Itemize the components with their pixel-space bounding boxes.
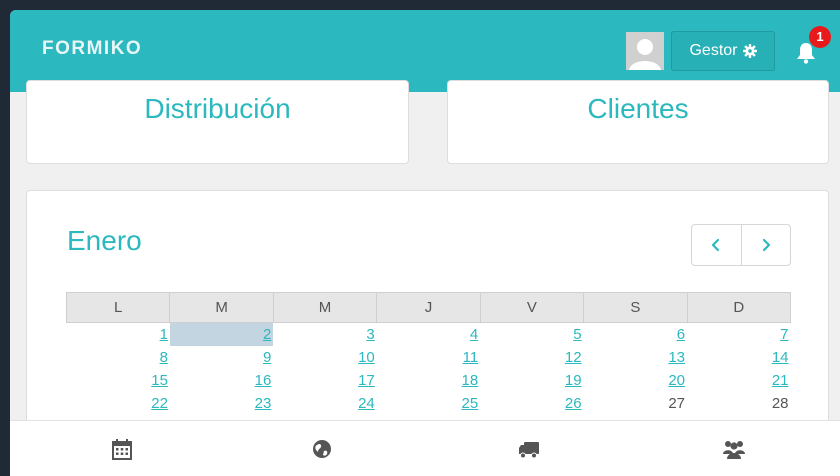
next-month-button[interactable]: [740, 225, 791, 265]
user-menu-button[interactable]: Gestor: [671, 31, 775, 71]
users-icon[interactable]: [722, 437, 746, 461]
app-window: FORMIKO Gestor 1 Distribución Clientes E…: [10, 10, 840, 476]
truck-icon[interactable]: [517, 437, 541, 461]
calendar-week-row: 22 23 24 25 26 27 28: [67, 392, 791, 415]
calendar-day[interactable]: 4: [377, 323, 480, 347]
weekday-header: V: [479, 292, 585, 323]
calendar-day[interactable]: 1: [67, 323, 170, 347]
notification-badge: 1: [809, 26, 831, 48]
calendar-day[interactable]: 7: [687, 323, 790, 347]
weekday-header: S: [583, 292, 688, 323]
month-navigation: [691, 224, 791, 266]
calendar-day[interactable]: 11: [377, 346, 480, 369]
calendar-day[interactable]: 3: [273, 323, 376, 347]
calendar-day[interactable]: 18: [377, 369, 480, 392]
avatar[interactable]: [626, 32, 664, 70]
weekday-header: J: [376, 292, 481, 323]
calendar-day: 28: [771, 395, 789, 412]
calendar-day[interactable]: 22: [67, 392, 170, 415]
clientes-title: Clientes: [587, 93, 689, 124]
globe-icon[interactable]: [310, 437, 334, 461]
calendar-day[interactable]: 24: [273, 392, 376, 415]
calendar-day[interactable]: 6: [584, 323, 687, 347]
calendar-day[interactable]: 8: [67, 346, 170, 369]
calendar-day-selected[interactable]: 2: [169, 322, 274, 346]
weekday-header-row: L M M J V S D: [65, 292, 792, 323]
calendar-day[interactable]: 15: [67, 369, 170, 392]
calendar-day[interactable]: 14: [687, 346, 790, 369]
weekday-header: L: [65, 292, 171, 323]
calendar-week-row: 8 9 10 11 12 13 14: [67, 346, 791, 369]
calendar-day[interactable]: 23: [170, 392, 273, 415]
user-menu-label: Gestor: [689, 42, 738, 59]
calendar-day[interactable]: 9: [170, 346, 273, 369]
user-silhouette-icon: [626, 32, 664, 70]
calendar-day[interactable]: 19: [480, 369, 583, 392]
calendar-day[interactable]: 26: [480, 392, 583, 415]
calendar-icon[interactable]: [110, 437, 134, 461]
calendar-day[interactable]: 25: [377, 392, 480, 415]
calendar-day[interactable]: 12: [480, 346, 583, 369]
calendar-week-row: 15 16 17 18 19 20 21: [67, 369, 791, 392]
prev-month-button[interactable]: [692, 225, 741, 265]
calendar-week-row: 1 2 3 4 5 6 7: [67, 322, 791, 347]
calendar-day[interactable]: 20: [584, 369, 687, 392]
weekday-header: M: [169, 292, 274, 323]
gear-icon: [742, 44, 757, 58]
calendar-day[interactable]: 13: [584, 346, 687, 369]
weekday-header: D: [686, 292, 792, 323]
chevron-left-icon: [712, 238, 720, 252]
calendar-day[interactable]: 16: [170, 369, 273, 392]
calendar-day[interactable]: 5: [480, 323, 583, 347]
distribucion-card[interactable]: Distribución: [26, 80, 409, 164]
calendar-day[interactable]: 21: [687, 369, 790, 392]
month-title: Enero: [67, 225, 142, 256]
weekday-header: M: [272, 292, 378, 323]
clientes-card[interactable]: Clientes: [447, 80, 829, 164]
chevron-right-icon: [762, 238, 770, 252]
distribucion-title: Distribución: [144, 93, 291, 124]
calendar-day[interactable]: 17: [273, 369, 376, 392]
app-logo[interactable]: FORMIKO: [42, 38, 142, 60]
calendar-day[interactable]: 10: [273, 346, 376, 369]
calendar-grid: L M M J V S D 1 2 3 4 5 6 7 8 9 10 11 12…: [65, 292, 792, 415]
bottom-nav: [10, 420, 840, 476]
calendar-day: 27: [668, 395, 686, 412]
